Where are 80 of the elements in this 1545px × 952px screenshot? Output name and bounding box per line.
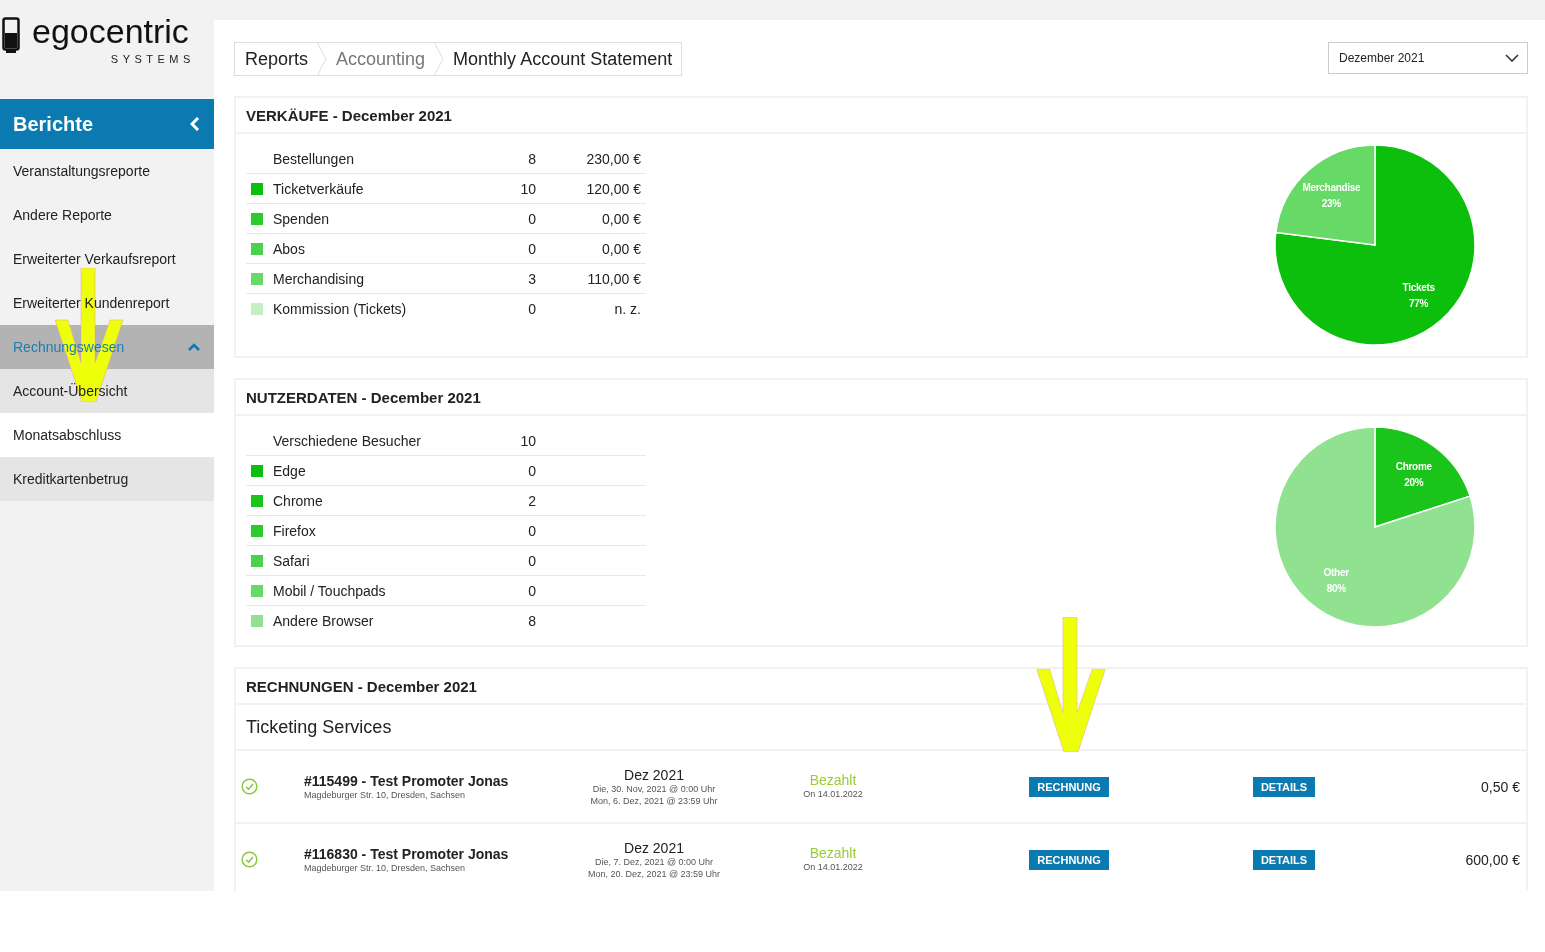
sidebar-item[interactable]: Veranstaltungsreporte bbox=[0, 149, 214, 193]
stat-label: Ticketverkäufe bbox=[273, 180, 365, 197]
stat-count: 0 bbox=[527, 552, 536, 569]
logo-tagline: SYSTEMS bbox=[110, 53, 195, 65]
breadcrumb-item[interactable]: Monthly Account Statement bbox=[451, 48, 675, 70]
stat-count: 10 bbox=[519, 180, 536, 197]
slice-percent: 20% bbox=[1404, 476, 1424, 488]
stat-count: 3 bbox=[527, 270, 536, 287]
sidebar-item[interactable]: Erweiterter Verkaufsreport bbox=[0, 237, 214, 281]
invoice-title: #116830 - Test Promoter Jonas bbox=[304, 845, 510, 862]
stat-count: 0 bbox=[527, 210, 536, 227]
stat-label: Safari bbox=[273, 552, 311, 569]
invoice-address: Magdeburger Str. 10, Dresden, Sachsen bbox=[304, 861, 467, 874]
sidebar-item[interactable]: Kreditkartenbetrug bbox=[0, 457, 214, 501]
stat-count: 0 bbox=[527, 462, 536, 479]
panel-title: NUTZERDATEN - December 2021 bbox=[246, 388, 481, 406]
stat-count: 8 bbox=[527, 612, 536, 629]
slice-percent: 77% bbox=[1409, 297, 1429, 309]
month-dropdown[interactable]: Dezember 2021 bbox=[1328, 42, 1528, 74]
stat-label: Kommission (Tickets) bbox=[273, 300, 408, 317]
stat-label: Merchandising bbox=[273, 270, 366, 287]
stat-label: Andere Browser bbox=[273, 612, 375, 629]
stat-count: 0 bbox=[527, 582, 536, 599]
stat-amount: 0,00 € bbox=[602, 210, 641, 227]
breadcrumb-item[interactable]: Reports bbox=[243, 48, 311, 70]
details-button[interactable]: DETAILS bbox=[1252, 776, 1316, 797]
stat-count: 2 bbox=[527, 492, 536, 509]
slice-label: Merchandise bbox=[1302, 182, 1361, 194]
period-start: Die, 7. Dez, 2021 @ 0:00 Uhr bbox=[594, 855, 714, 868]
slice-percent: 23% bbox=[1321, 198, 1341, 210]
stat-label: Verschiedene Besucher bbox=[273, 432, 422, 449]
stat-count: 8 bbox=[527, 150, 536, 167]
stat-amount: 230,00 € bbox=[586, 150, 641, 167]
stat-amount: 0,00 € bbox=[602, 240, 641, 257]
slice-percent: 80% bbox=[1326, 583, 1346, 595]
stat-label: Abos bbox=[273, 240, 306, 257]
stat-label: Firefox bbox=[273, 522, 317, 539]
stat-amount: n. z. bbox=[614, 300, 641, 317]
slice-label: Chrome bbox=[1395, 460, 1432, 472]
payment-date: On 14.01.2022 bbox=[803, 861, 863, 873]
invoice-amount: 0,50 € bbox=[1481, 778, 1520, 795]
panel-title: VERKÄUFE - December 2021 bbox=[246, 106, 452, 124]
stat-count: 0 bbox=[527, 240, 536, 257]
sidebar-item[interactable]: Andere Reporte bbox=[0, 193, 214, 237]
stat-label: Chrome bbox=[273, 492, 324, 509]
chevron-left-icon bbox=[190, 117, 200, 131]
group-title: Ticketing Services bbox=[246, 716, 392, 738]
stat-amount: 120,00 € bbox=[586, 180, 641, 197]
invoice-period: Dez 2021 bbox=[624, 839, 684, 856]
details-button[interactable]: DETAILS bbox=[1252, 849, 1316, 870]
breadcrumb-item[interactable]: Accounting bbox=[334, 48, 428, 70]
payment-status: Bezahlt bbox=[809, 773, 857, 788]
invoice-address: Magdeburger Str. 10, Dresden, Sachsen bbox=[304, 788, 467, 801]
stat-label: Bestellungen bbox=[273, 150, 355, 167]
invoice-amount: 600,00 € bbox=[1465, 851, 1520, 868]
panel-title: RECHNUNGEN - December 2021 bbox=[246, 677, 477, 695]
stat-count: 10 bbox=[519, 432, 536, 449]
stat-count: 0 bbox=[527, 300, 536, 317]
stat-label: Spenden bbox=[273, 210, 331, 227]
logo-wordmark: egocentric bbox=[32, 11, 190, 51]
slice-label: Tickets bbox=[1402, 281, 1435, 293]
sidebar-item[interactable]: Monatsabschluss bbox=[0, 413, 214, 457]
period-end: Mon, 20. Dez, 2021 @ 23:59 Uhr bbox=[587, 867, 721, 880]
invoice-button[interactable]: RECHNUNG bbox=[1029, 849, 1109, 870]
period-end: Mon, 6. Dez, 2021 @ 23:59 Uhr bbox=[590, 794, 718, 807]
period-start: Die, 30. Nov, 2021 @ 0:00 Uhr bbox=[592, 782, 716, 795]
stat-amount: 110,00 € bbox=[587, 270, 641, 287]
sidebar-header[interactable]: Berichte bbox=[0, 99, 214, 149]
invoice-period: Dez 2021 bbox=[624, 766, 684, 783]
stat-label: Edge bbox=[273, 462, 307, 479]
slice-label: Other bbox=[1323, 567, 1349, 579]
payment-date: On 14.01.2022 bbox=[803, 788, 863, 800]
chevron-down-icon bbox=[1505, 54, 1519, 62]
chevron-up-icon bbox=[188, 343, 200, 351]
payment-status: Bezahlt bbox=[809, 846, 857, 861]
invoice-title: #115499 - Test Promoter Jonas bbox=[304, 772, 510, 789]
stat-label: Mobil / Touchpads bbox=[273, 582, 387, 599]
stat-count: 0 bbox=[527, 522, 536, 539]
phone-logo-icon bbox=[2, 17, 20, 53]
invoice-button[interactable]: RECHNUNG bbox=[1029, 776, 1109, 797]
